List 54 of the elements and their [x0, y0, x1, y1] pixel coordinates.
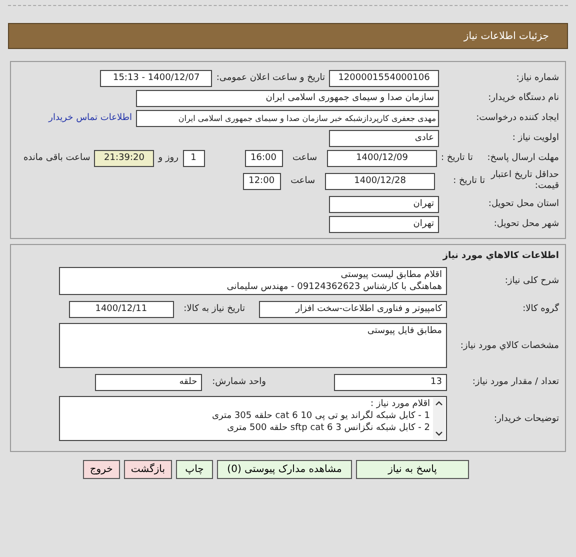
- field-label: تاریخ و ساعت اعلان عمومی:: [216, 73, 325, 83]
- field-label: نام دستگاه خریدار:: [487, 93, 560, 103]
- input-field[interactable]: 13: [334, 374, 447, 390]
- field-label: استان محل تحویل:: [487, 199, 560, 209]
- input-field[interactable]: 1400/12/09: [327, 150, 437, 166]
- input-field[interactable]: سازمان صدا و سیمای جمهوری اسلامی ایران: [136, 90, 439, 106]
- back-button[interactable]: بازگشت: [124, 460, 172, 479]
- contact-link[interactable]: اطلاعات تماس خریدار: [48, 113, 132, 123]
- input-field[interactable]: 1200001554000106: [329, 70, 439, 86]
- input-field[interactable]: تهران: [329, 196, 439, 212]
- field-label: تا تاریخ :: [441, 153, 473, 163]
- scrollbar[interactable]: [433, 398, 445, 439]
- header-bar: جزئیات اطلاعات نیاز: [8, 23, 568, 49]
- field-label: ایجاد کننده درخواست:: [475, 113, 560, 123]
- input-field[interactable]: 1400/12/11: [68, 300, 174, 318]
- input-field[interactable]: کامپیوتر و فناوری اطلاعات-سخت افزار: [259, 300, 447, 318]
- input-field[interactable]: حلقه: [95, 374, 202, 390]
- scroll-up-icon[interactable]: [435, 401, 443, 406]
- field-label: روز و: [158, 153, 178, 163]
- input-field[interactable]: عادی: [329, 130, 439, 146]
- field-label: تاریخ نیاز به کالا:: [184, 304, 245, 314]
- attachments-button[interactable]: مشاهده مدارک پیوستی (0): [217, 460, 352, 479]
- reply-button[interactable]: پاسخ به نیاز: [356, 460, 469, 479]
- field-label: تعداد / مقدار مورد نیاز:: [471, 377, 560, 387]
- section-title: اطلاعات کالاهاي مورد نیاز: [442, 250, 560, 263]
- notes-text: اقلام مورد نیاز : 1 - کابل شبکه لگراند یو تی پی 10 cat 6 حلقه 305 متری 2 - کابل شبکه نگزانس 3 sftp cat 6 حلقه 500 متری: [210, 398, 430, 434]
- input-field[interactable]: 1: [182, 150, 204, 166]
- field-label: حداقل تاریخ اعتبار قیمت:: [490, 170, 560, 192]
- input-field[interactable]: 1400/12/28: [325, 172, 436, 190]
- input-field[interactable]: تهران: [329, 216, 439, 232]
- exit-button[interactable]: خروج: [82, 460, 120, 479]
- field-label: شماره نیاز:: [515, 73, 560, 83]
- field-label: توضیحات خریدار:: [492, 414, 560, 424]
- field-label: مشخصات کالاي مورد نیاز:: [459, 340, 560, 350]
- text-area[interactable]: اقلام مطابق لیست پیوستی هماهنگی با کارشناس 09124362623 - مهندس سلیمانی: [59, 267, 447, 295]
- input-field[interactable]: 1400/12/07 - 15:13: [100, 70, 212, 86]
- print-button[interactable]: چاپ: [176, 460, 213, 479]
- field-label: مهلت ارسال پاسخ:: [487, 153, 559, 163]
- text-area[interactable]: مطابق فایل پیوستی: [59, 323, 447, 368]
- field-label: تا تاریخ :: [453, 176, 485, 186]
- input-field[interactable]: 12:00: [242, 172, 281, 190]
- field-label: شهر محل تحویل:: [492, 219, 560, 229]
- field-label: ساعت: [292, 153, 317, 163]
- input-field[interactable]: مهدی جعفری کارپردازشبکه خبر سازمان صدا و سیمای جمهوری اسلامی ایران: [136, 110, 439, 126]
- field-label: اولویت نیاز :: [511, 133, 560, 143]
- field-label: شرح کلی نیاز:: [504, 276, 560, 286]
- field-label: واحد شمارش:: [212, 377, 266, 387]
- field-label: ساعت: [290, 176, 316, 186]
- input-field[interactable]: 16:00: [244, 150, 282, 166]
- scroll-down-icon[interactable]: [435, 431, 443, 436]
- text-area[interactable]: اقلام مورد نیاز : 1 - کابل شبکه لگراند یو تی پی 10 cat 6 حلقه 305 متری 2 - کابل شبکه نگزانس 3 sftp cat 6 حلقه 500 متری: [59, 396, 447, 441]
- input-field[interactable]: 21:39:20: [94, 150, 154, 166]
- field-label: ساعت باقی مانده: [23, 153, 90, 163]
- field-label: گروه کالا:: [522, 304, 560, 314]
